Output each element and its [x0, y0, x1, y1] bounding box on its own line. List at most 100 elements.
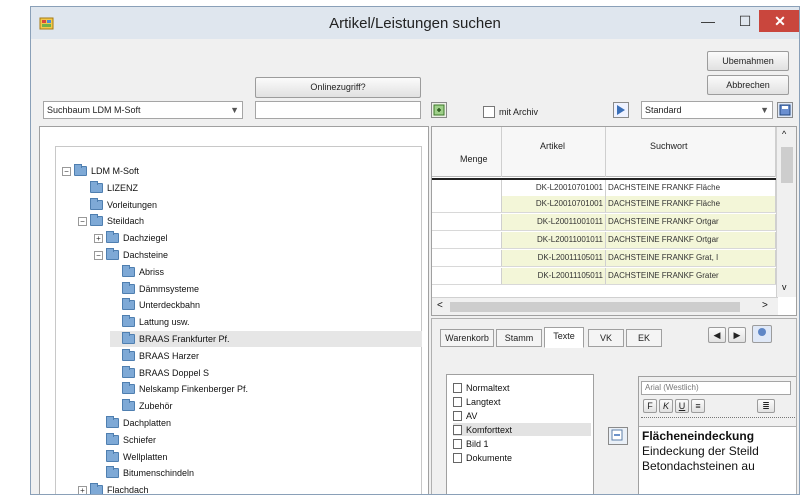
view-combo-value: Standard: [645, 105, 682, 115]
filter-button[interactable]: [613, 102, 629, 118]
tree-item[interactable]: Bitumenschindeln: [94, 465, 344, 481]
minimize-button[interactable]: —: [691, 10, 725, 32]
italic-button[interactable]: K: [659, 399, 673, 413]
tree-item[interactable]: BRAAS Frankfurter Pf.: [110, 331, 422, 347]
archive-label: mit Archiv: [499, 107, 539, 117]
format-button[interactable]: ≡: [691, 399, 705, 413]
align-button[interactable]: ≣: [757, 399, 775, 413]
tab-stamm[interactable]: Stamm: [496, 329, 542, 347]
tab-ek[interactable]: EK: [626, 329, 662, 347]
title-bar: Artikel/Leistungen suchen — ☐ ✕: [31, 7, 799, 39]
list-item[interactable]: Normaltext: [453, 381, 591, 394]
folder-icon: [106, 449, 119, 462]
bold-button[interactable]: F: [643, 399, 657, 413]
text-editor[interactable]: Arial (Westlich) F K U ≡ ≣ Flächeneindec…: [638, 376, 796, 494]
list-item[interactable]: Bild 1: [453, 437, 591, 450]
expand-icon[interactable]: +: [78, 485, 87, 494]
table-cell-menge[interactable]: [432, 250, 502, 266]
tree-item[interactable]: Abriss: [110, 264, 360, 280]
list-item[interactable]: Komforttext: [453, 423, 591, 436]
list-item[interactable]: AV: [453, 409, 591, 422]
scroll-left-icon[interactable]: <: [437, 300, 443, 311]
tree-item[interactable]: Unterdeckbahn: [110, 297, 360, 313]
table-row[interactable]: DK-L20011001011 DACHSTEINE FRANKF Ortgar: [432, 214, 776, 231]
tree-item[interactable]: Vorleitungen: [78, 197, 328, 213]
tree-item[interactable]: + Dachziegel: [94, 230, 344, 246]
editor-line-2: Eindeckung der Steild: [642, 444, 759, 458]
table-row[interactable]: DK-L20010701001 DACHSTEINE FRANKF Fläche: [432, 196, 776, 213]
close-button[interactable]: ✕: [759, 10, 799, 32]
scroll-up-icon[interactable]: ^: [782, 129, 786, 139]
pin-button[interactable]: [752, 325, 772, 343]
tree-item[interactable]: Lattung usw.: [110, 314, 360, 330]
table-row[interactable]: DK-L20010701001 DACHSTEINE FRANKF Fläche: [432, 178, 776, 196]
tab-texte[interactable]: Texte: [544, 327, 584, 348]
expand-icon[interactable]: +: [94, 233, 103, 243]
scroll-down-icon[interactable]: v: [782, 282, 787, 292]
tree-item[interactable]: Schiefer: [94, 432, 344, 448]
folder-icon: [122, 281, 135, 294]
tree-item[interactable]: Dachplatten: [94, 415, 344, 431]
insert-text-button[interactable]: [608, 427, 628, 445]
table-cell-menge[interactable]: [432, 268, 502, 284]
table-cell-menge[interactable]: [432, 232, 502, 248]
view-combo[interactable]: Standard ▼: [641, 101, 773, 119]
table-row[interactable]: DK-L20011001011 DACHSTEINE FRANKF Ortgar: [432, 232, 776, 249]
scroll-right-icon[interactable]: >: [762, 300, 768, 311]
folder-icon: [122, 332, 135, 344]
grid-vertical-scrollbar[interactable]: ^ v: [776, 127, 796, 297]
search-input[interactable]: [255, 101, 421, 119]
search-go-button[interactable]: [431, 102, 447, 118]
tab-scroll-right-button[interactable]: ▶: [728, 327, 746, 343]
tree-item[interactable]: Nelskamp Finkenberger Pf.: [110, 381, 360, 397]
column-header-menge[interactable]: Menge: [432, 127, 502, 177]
tab-warenkorb[interactable]: Warenkorb: [440, 329, 494, 347]
folder-icon: [90, 214, 103, 227]
tree-item[interactable]: Wellplatten: [94, 449, 344, 465]
cancel-button[interactable]: Abbrechen: [707, 75, 789, 95]
underline-button[interactable]: U: [675, 399, 689, 413]
table-row[interactable]: DK-L20011105011 DACHSTEINE FRANKF Grater: [432, 268, 776, 285]
archive-checkbox[interactable]: [483, 106, 495, 118]
tree-item[interactable]: + Flachdach: [78, 482, 328, 494]
grid-horizontal-thumb[interactable]: [450, 302, 740, 312]
font-combo[interactable]: Arial (Westlich): [641, 381, 791, 395]
search-tree-combo[interactable]: Suchbaum LDM M-Soft ▼: [43, 101, 243, 119]
folder-icon: [122, 399, 135, 412]
collapse-icon[interactable]: −: [62, 166, 71, 176]
table-cell-menge[interactable]: [432, 196, 502, 212]
tree-item[interactable]: Zubehör: [110, 398, 360, 414]
list-item[interactable]: Langtext: [453, 395, 591, 408]
tree-item-label: Schiefer: [123, 434, 157, 445]
save-view-button[interactable]: [777, 102, 793, 118]
collapse-icon[interactable]: −: [94, 250, 103, 260]
document-icon: [453, 438, 462, 449]
tree-item[interactable]: Dämmsysteme: [110, 281, 360, 297]
table-cell-artikel: DK-L20010701001: [502, 196, 606, 212]
tree-item-label: Dachsteine: [123, 250, 169, 260]
tree-item[interactable]: − Dachsteine: [94, 247, 344, 263]
table-cell-such: DACHSTEINE FRANKF Fläche: [606, 196, 776, 212]
tree-item[interactable]: − Steildach: [78, 213, 328, 229]
tree-item[interactable]: BRAAS Harzer: [110, 348, 360, 364]
ubernehmen-button[interactable]: Ubemahmen: [707, 51, 789, 71]
table-cell-menge[interactable]: [432, 214, 502, 230]
tab-scroll-left-button[interactable]: ◀: [708, 327, 726, 343]
save-icon: [779, 104, 791, 116]
list-item[interactable]: Dokumente: [453, 451, 591, 464]
editor-toolbar: Arial (Westlich) F K U ≡ ≣: [639, 377, 796, 427]
column-header-artikel[interactable]: Artikel: [502, 127, 606, 177]
tree-item[interactable]: − LDM M-Soft: [62, 163, 312, 179]
tab-vk[interactable]: VK: [588, 329, 624, 347]
grid-vertical-thumb[interactable]: [781, 147, 793, 183]
collapse-icon[interactable]: −: [78, 216, 87, 226]
tree-item[interactable]: BRAAS Doppel S: [110, 365, 360, 381]
column-header-suchwort[interactable]: Suchwort: [606, 127, 776, 177]
table-row[interactable]: DK-L20011105011 DACHSTEINE FRANKF Grat, I: [432, 250, 776, 267]
tree-item[interactable]: LIZENZ: [78, 180, 328, 196]
chevron-down-icon: ▼: [230, 105, 239, 115]
online-access-button[interactable]: Onlinezugriff?: [255, 77, 421, 98]
table-cell-menge[interactable]: [432, 180, 502, 196]
maximize-button[interactable]: ☐: [728, 10, 762, 32]
grid-horizontal-scrollbar[interactable]: < >: [432, 297, 778, 315]
